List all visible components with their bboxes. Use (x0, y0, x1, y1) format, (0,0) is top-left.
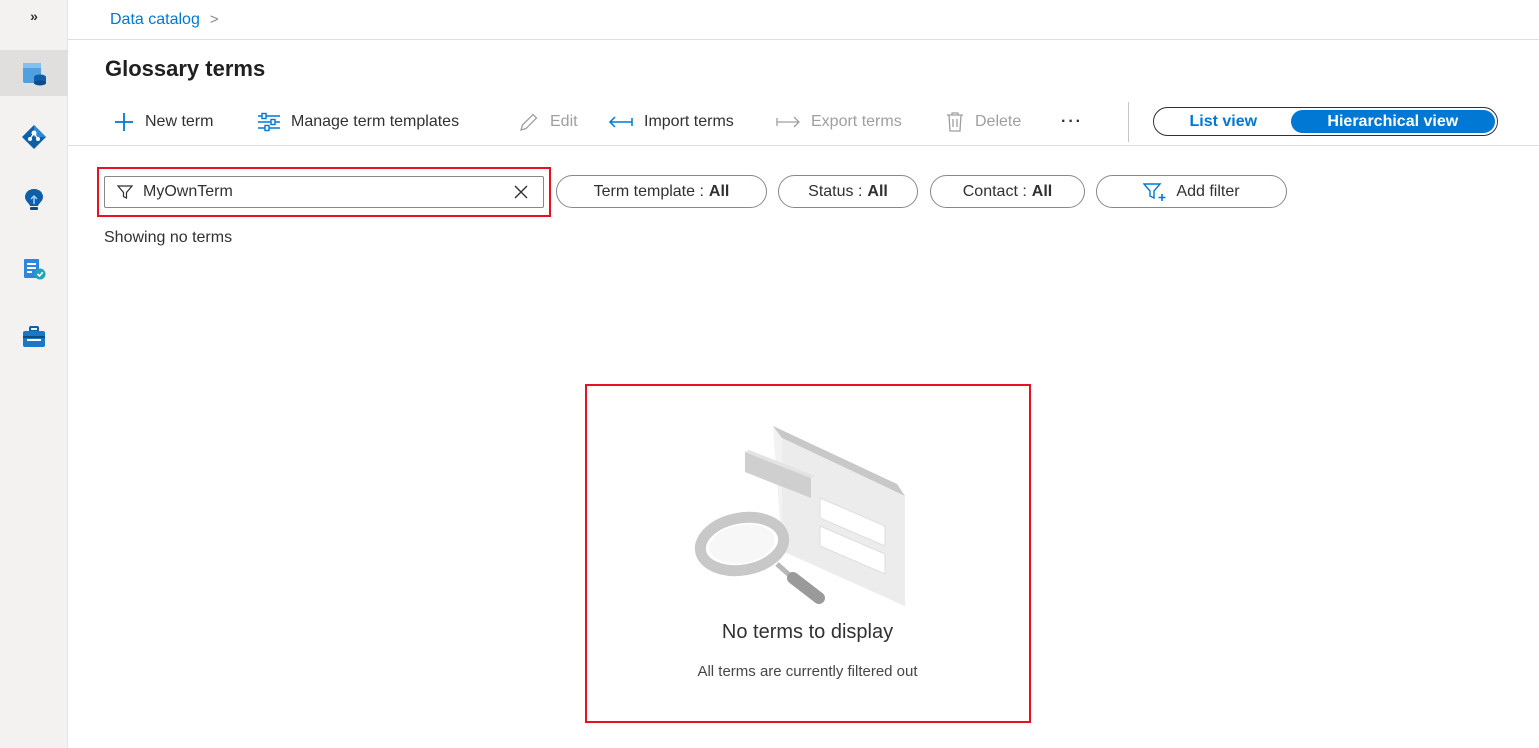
search-input-value: MyOwnTerm (143, 183, 233, 200)
status-filter-pill[interactable]: Status : All (778, 175, 918, 208)
contact-filter-label: Contact : (962, 182, 1027, 200)
view-toggle: List view Hierarchical view (1153, 107, 1498, 136)
empty-state-subtitle: All terms are currently filtered out (697, 663, 918, 680)
delete-button[interactable]: Delete (945, 98, 1021, 146)
toolbar-divider (1128, 102, 1129, 142)
trash-icon (947, 112, 963, 132)
edit-button[interactable]: Edit (518, 98, 578, 146)
insights-nav-item[interactable] (0, 177, 68, 223)
empty-search-illustration (694, 426, 905, 606)
filter-icon (117, 185, 133, 199)
export-arrow-icon (776, 116, 800, 128)
term-filter-search-box[interactable]: MyOwnTerm (104, 176, 544, 208)
new-term-button[interactable]: New term (113, 98, 213, 146)
empty-state-title: No terms to display (721, 621, 894, 643)
clear-search-icon[interactable] (513, 184, 529, 200)
term-template-filter-pill[interactable]: Term template : All (556, 175, 767, 208)
expand-nav-button[interactable]: » (0, 8, 68, 32)
contact-filter-value: All (1031, 182, 1053, 200)
term-template-filter-label: Term template : (593, 182, 704, 200)
delete-label: Delete (975, 113, 1022, 130)
management-nav-item[interactable] (0, 314, 68, 360)
pencil-icon (520, 113, 538, 131)
data-catalog-nav-item[interactable] (0, 50, 68, 96)
data-map-nav-item[interactable] (0, 114, 68, 160)
breadcrumb-data-catalog-link[interactable]: Data catalog (110, 11, 200, 29)
add-filter-label: Add filter (1176, 182, 1240, 200)
policy-icon (24, 259, 46, 280)
insights-icon (25, 189, 43, 210)
status-filter-label: Status : (808, 182, 863, 200)
data-map-icon (22, 125, 46, 149)
new-term-label: New term (145, 113, 214, 130)
import-terms-button[interactable]: Import terms (608, 98, 734, 146)
list-view-option[interactable]: List view (1156, 110, 1291, 133)
command-toolbar: New term Manage term templates Edit Impo… (68, 98, 1539, 146)
manage-term-templates-button[interactable]: Manage term templates (257, 98, 459, 146)
contact-filter-pill[interactable]: Contact : All (930, 175, 1085, 208)
import-terms-label: Import terms (644, 113, 734, 130)
export-terms-button[interactable]: Export terms (775, 98, 902, 146)
breadcrumb: Data catalog > (68, 0, 1539, 40)
empty-state-panel: No terms to display All terms are curren… (587, 386, 1028, 720)
term-template-filter-value: All (708, 182, 730, 200)
data-catalog-icon (23, 63, 46, 86)
management-icon (23, 326, 45, 347)
import-arrow-icon (608, 116, 633, 128)
hierarchical-view-option[interactable]: Hierarchical view (1290, 110, 1495, 133)
manage-term-templates-label: Manage term templates (291, 113, 460, 130)
status-filter-value: All (867, 182, 888, 200)
add-filter-icon (1143, 182, 1166, 201)
add-filter-button[interactable]: Add filter (1096, 175, 1287, 208)
left-nav-rail: » (0, 0, 68, 748)
export-terms-label: Export terms (811, 113, 902, 130)
plus-icon (115, 113, 133, 131)
policy-nav-item[interactable] (0, 246, 68, 292)
page-title: Glossary terms (105, 56, 266, 81)
edit-label: Edit (550, 113, 578, 130)
breadcrumb-separator: > (209, 11, 219, 28)
result-count-text: Showing no terms (104, 229, 233, 246)
settings-sliders-icon (258, 112, 280, 132)
more-options-button[interactable]: ··· (1061, 98, 1083, 146)
